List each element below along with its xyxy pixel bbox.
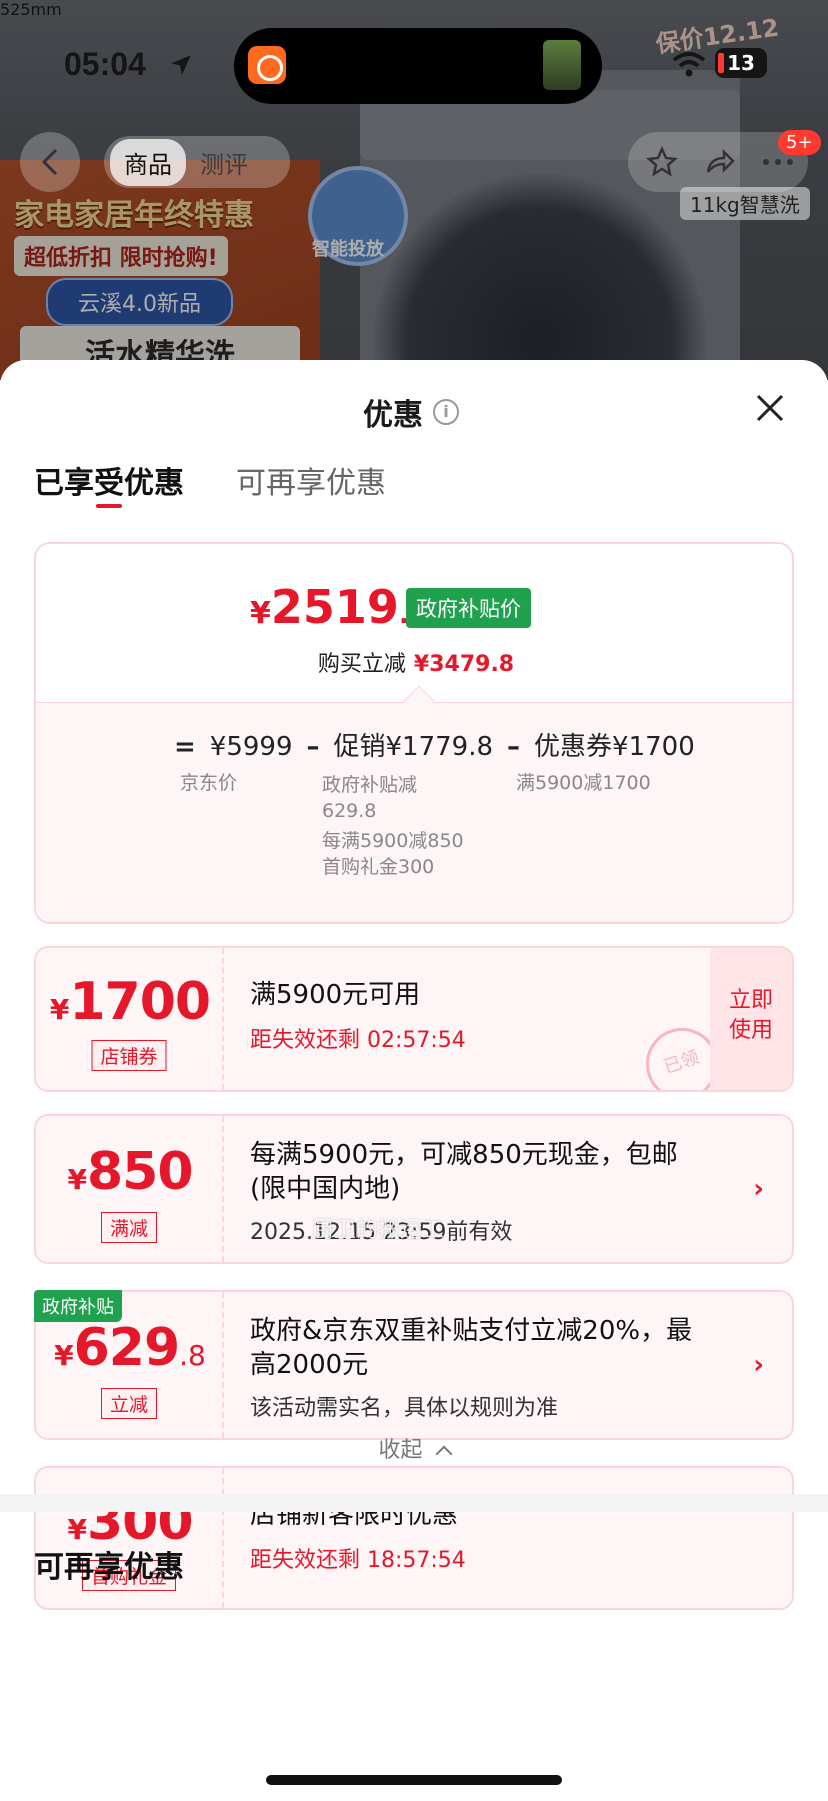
coupon-condition: 满5900元可用 — [250, 980, 421, 1010]
gov-subsidy-corner-badge: 政府补贴 — [34, 1290, 122, 1322]
promo-detail-full-reduction: 每满5900减850 — [322, 830, 464, 852]
subsidy-description-cont: 高2000元 — [250, 1350, 369, 1380]
chevron-right-icon[interactable]: › — [753, 1174, 764, 1204]
collapse-button[interactable]: 收起 — [0, 1432, 828, 1464]
discount-type-tag: 满减 — [100, 1212, 158, 1243]
gov-subsidy-card[interactable]: ¥629.8 立减 政府&京东双重补贴支付立减20%，最 高2000元 该活动需… — [34, 1290, 794, 1440]
discount-description-cont: (限中国内地) — [250, 1174, 401, 1204]
app-icon — [248, 46, 286, 84]
more-icon[interactable] — [762, 158, 794, 166]
wifi-icon — [672, 52, 706, 77]
jd-price-label: 京东价 — [180, 772, 238, 794]
use-now-button[interactable]: 立即使用 — [710, 948, 792, 1090]
promo-detail-first-gift: 首购礼金300 — [322, 856, 435, 878]
discount-description: 每满5900元，可减850元现金，包邮 — [250, 1140, 678, 1170]
back-button[interactable] — [20, 132, 80, 192]
home-indicator — [266, 1775, 562, 1785]
coupon-amount: 优惠券¥1700 — [534, 732, 695, 762]
tab-available-discounts[interactable]: 可再享优惠 — [236, 458, 386, 502]
equals-sign: = — [174, 732, 196, 762]
coupon-detail: 满5900减1700 — [516, 772, 651, 794]
battery-indicator: 13 — [715, 48, 767, 78]
discount-tabs: 已享受优惠 可再享优惠 — [34, 458, 386, 508]
media-thumbnail — [543, 40, 581, 90]
subsidy-note: 该活动需实名，具体以规则为准 — [250, 1396, 559, 1421]
available-discounts-title: 可再享优惠 — [34, 1550, 184, 1585]
watermark: 厨卫的搬运工 — [312, 1218, 445, 1243]
coupon-card-shop[interactable]: ¥1700 店铺券 满5900元可用 距失效还剩 02:57:54 已领 立即使… — [34, 946, 794, 1092]
section-divider — [0, 1494, 828, 1512]
tab-enjoyed-discounts[interactable]: 已享受优惠 — [34, 458, 184, 508]
share-icon[interactable] — [704, 146, 736, 178]
cart-badge: 5+ — [778, 130, 821, 155]
minus-sign: – — [507, 732, 521, 762]
price-summary: ¥ 2519 .2 政府补贴价 购买立减¥3479.8 = ¥5999 – 促销… — [34, 542, 794, 924]
location-arrow-icon — [171, 55, 191, 75]
promotion-amount: 促销¥1779.8 — [333, 732, 494, 762]
subsidy-description: 政府&京东双重补贴支付立减20%，最 — [250, 1316, 693, 1346]
info-icon[interactable]: i — [433, 399, 459, 425]
discount-type-tag: 立减 — [100, 1388, 158, 1419]
chevron-left-icon — [41, 148, 58, 176]
product-tabs: 商品 测评 — [104, 136, 290, 188]
promo-detail-gov: 政府补贴减 629.8 — [322, 774, 418, 822]
coupon-countdown: 距失效还剩 02:57:54 — [250, 1028, 466, 1053]
tab-review[interactable]: 测评 — [186, 139, 262, 186]
first-purchase-gift-card[interactable]: ¥300 首购礼金 店铺新客限时优惠 距失效还剩 18:57:54 — [34, 1466, 794, 1610]
star-icon[interactable] — [646, 146, 678, 178]
gov-subsidy-price-badge: 政府补贴价 — [406, 588, 531, 628]
status-time: 05:04 — [64, 46, 146, 82]
minus-sign: – — [306, 732, 320, 762]
close-icon[interactable] — [752, 390, 788, 426]
coupon-type-tag: 店铺券 — [91, 1040, 167, 1071]
total-reduction: 购买立减 ¥3479.8 — [317, 652, 515, 677]
battery-level: 13 — [727, 51, 755, 75]
chevron-up-icon — [435, 1445, 452, 1463]
battery-low-icon — [718, 53, 724, 73]
final-price: ¥ 2519 .2 — [250, 580, 427, 634]
discount-sheet: 优惠 i 已享受优惠 可再享优惠 ¥ 2519 .2 政府补贴价 购买立减¥34… — [0, 360, 828, 1801]
gift-countdown: 距失效还剩 18:57:54 — [250, 1548, 466, 1573]
jd-price: ¥5999 — [209, 732, 293, 762]
sheet-title: 优惠 — [363, 398, 423, 433]
chevron-right-icon[interactable]: › — [753, 1350, 764, 1380]
price-formula: = ¥5999 – 促销¥1779.8 – 优惠券¥1700 — [160, 726, 695, 763]
tab-product[interactable]: 商品 — [110, 138, 186, 186]
sheet-header: 优惠 i — [363, 390, 459, 434]
